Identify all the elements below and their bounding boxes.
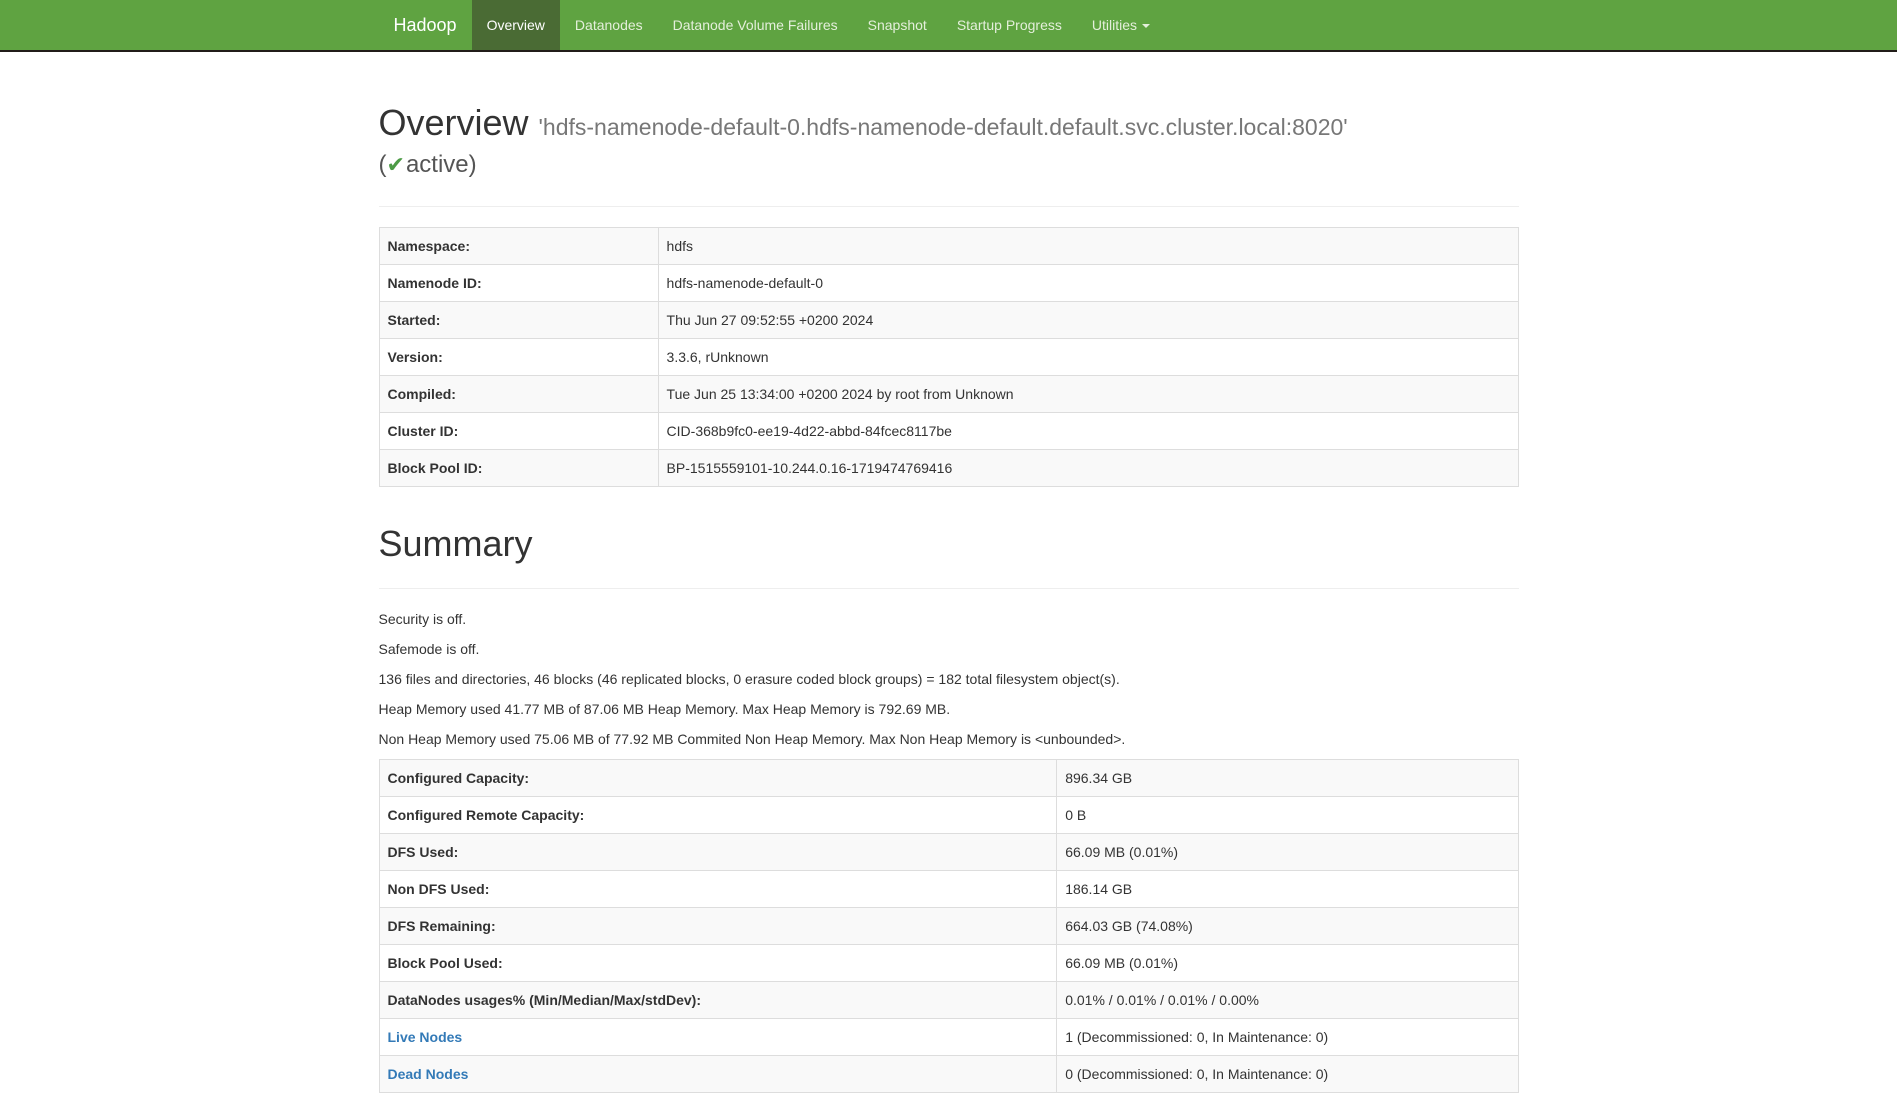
row-value: Tue Jun 25 13:34:00 +0200 2024 by root f… (658, 375, 1518, 412)
nav-item-datanode-volume-failures: Datanode Volume Failures (658, 0, 853, 50)
table-row: DFS Used:66.09 MB (0.01%) (379, 833, 1518, 870)
row-label: Version: (379, 338, 658, 375)
nav-item-utilities: Utilities (1077, 0, 1165, 50)
row-value: BP-1515559101-10.244.0.16-1719474769416 (658, 449, 1518, 486)
row-label: Namespace: (379, 227, 658, 264)
table-row: Non DFS Used:186.14 GB (379, 870, 1518, 907)
caret-down-icon (1142, 24, 1150, 28)
nav-link-utilities[interactable]: Utilities (1077, 0, 1165, 50)
row-value: 66.09 MB (0.01%) (1057, 833, 1518, 870)
nav-label: Overview (487, 17, 545, 33)
nav-item-startup-progress: Startup Progress (942, 0, 1077, 50)
row-label: Block Pool ID: (379, 449, 658, 486)
nav-item-snapshot: Snapshot (853, 0, 942, 50)
nav-link-startup-progress[interactable]: Startup Progress (942, 0, 1077, 50)
row-value: hdfs (658, 227, 1518, 264)
summary-table: Configured Capacity:896.34 GBConfigured … (379, 759, 1519, 1093)
nav-item-datanodes: Datanodes (560, 0, 658, 50)
table-row: Started:Thu Jun 27 09:52:55 +0200 2024 (379, 301, 1518, 338)
nav-label: Datanode Volume Failures (673, 17, 838, 33)
row-value: 1 (Decommissioned: 0, In Maintenance: 0) (1057, 1018, 1518, 1055)
nav-link-snapshot[interactable]: Snapshot (853, 0, 942, 50)
summary-line: Non Heap Memory used 75.06 MB of 77.92 M… (379, 729, 1519, 749)
nav-label: Startup Progress (957, 17, 1062, 33)
state-label: active (406, 151, 469, 178)
summary-line: 136 files and directories, 46 blocks (46… (379, 669, 1519, 689)
row-label: Dead Nodes (379, 1055, 1057, 1092)
row-value: 0.01% / 0.01% / 0.01% / 0.00% (1057, 981, 1518, 1018)
navbar-menu: Overview Datanodes Datanode Volume Failure… (472, 0, 1165, 50)
summary-line: Safemode is off. (379, 639, 1519, 659)
table-row: Live Nodes 1 (Decommissioned: 0, In Maint… (379, 1018, 1518, 1055)
state-close-paren: ) (469, 151, 477, 178)
row-value: hdfs-namenode-default-0 (658, 264, 1518, 301)
row-label: Configured Remote Capacity: (379, 796, 1057, 833)
live-nodes-link[interactable]: Live Nodes (388, 1029, 463, 1045)
nav-label: Datanodes (575, 17, 643, 33)
nav-label: Utilities (1092, 17, 1137, 33)
row-label: DFS Used: (379, 833, 1057, 870)
namenode-info-table: Namespace:hdfsNamenode ID:hdfs-namenode-… (379, 227, 1519, 487)
row-label: DataNodes usages% (Min/Median/Max/stdDev… (379, 981, 1057, 1018)
page-title: Overview 'hdfs-namenode-default-0.hdfs-na… (379, 100, 1519, 145)
row-value: 3.3.6, rUnknown (658, 338, 1518, 375)
table-row: DataNodes usages% (Min/Median/Max/stdDev… (379, 981, 1518, 1018)
row-label: Non DFS Used: (379, 870, 1057, 907)
nav-item-overview: Overview (472, 0, 560, 50)
table-row: Compiled:Tue Jun 25 13:34:00 +0200 2024 … (379, 375, 1518, 412)
summary-line: Heap Memory used 41.77 MB of 87.06 MB He… (379, 699, 1519, 719)
table-row: Namespace:hdfs (379, 227, 1518, 264)
table-row: Block Pool Used:66.09 MB (0.01%) (379, 944, 1518, 981)
summary-line: Security is off. (379, 609, 1519, 629)
row-label: DFS Remaining: (379, 907, 1057, 944)
row-value: 896.34 GB (1057, 759, 1518, 796)
table-row: Configured Capacity:896.34 GB (379, 759, 1518, 796)
row-value: Thu Jun 27 09:52:55 +0200 2024 (658, 301, 1518, 338)
top-navbar: Hadoop Overview Datanodes Datanode Volume … (0, 0, 1897, 52)
brand-hadoop[interactable]: Hadoop (379, 0, 472, 50)
page-title-text: Overview (379, 102, 529, 143)
namenode-address: 'hdfs-namenode-default-0.hdfs-namenode-d… (539, 114, 1348, 140)
row-value: 0 (Decommissioned: 0, In Maintenance: 0) (1057, 1055, 1518, 1092)
table-row: Cluster ID:CID-368b9fc0-ee19-4d22-abbd-8… (379, 412, 1518, 449)
table-row: Version:3.3.6, rUnknown (379, 338, 1518, 375)
table-row: Block Pool ID:BP-1515559101-10.244.0.16-… (379, 449, 1518, 486)
row-value: 0 B (1057, 796, 1518, 833)
row-label: Configured Capacity: (379, 759, 1057, 796)
row-label: Cluster ID: (379, 412, 658, 449)
table-row: Configured Remote Capacity:0 B (379, 796, 1518, 833)
nav-link-datanode-volume-failures[interactable]: Datanode Volume Failures (658, 0, 853, 50)
namenode-state: (✔active) (379, 151, 1519, 180)
row-value: 664.03 GB (74.08%) (1057, 907, 1518, 944)
row-value: CID-368b9fc0-ee19-4d22-abbd-84fcec8117be (658, 412, 1518, 449)
summary-header: Summary (379, 487, 1519, 589)
row-label: Started: (379, 301, 658, 338)
table-row: Dead Nodes 0 (Decommissioned: 0, In Maint… (379, 1055, 1518, 1092)
row-label: Compiled: (379, 375, 658, 412)
main-content: Overview 'hdfs-namenode-default-0.hdfs-na… (364, 52, 1534, 1093)
row-value: 186.14 GB (1057, 870, 1518, 907)
row-label: Live Nodes (379, 1018, 1057, 1055)
nav-label: Snapshot (868, 17, 927, 33)
row-label: Block Pool Used: (379, 944, 1057, 981)
summary-title: Summary (379, 521, 1519, 566)
row-value: 66.09 MB (0.01%) (1057, 944, 1518, 981)
row-label: Namenode ID: (379, 264, 658, 301)
nav-link-datanodes[interactable]: Datanodes (560, 0, 658, 50)
overview-header: Overview 'hdfs-namenode-default-0.hdfs-na… (379, 52, 1519, 207)
summary-paragraphs: Security is off. Safemode is off. 136 file… (379, 609, 1519, 749)
check-icon: ✔ (387, 152, 405, 177)
dead-nodes-link[interactable]: Dead Nodes (388, 1066, 469, 1082)
state-open-paren: ( (379, 151, 387, 178)
table-row: Namenode ID:hdfs-namenode-default-0 (379, 264, 1518, 301)
table-row: DFS Remaining:664.03 GB (74.08%) (379, 907, 1518, 944)
nav-link-overview[interactable]: Overview (472, 0, 560, 50)
